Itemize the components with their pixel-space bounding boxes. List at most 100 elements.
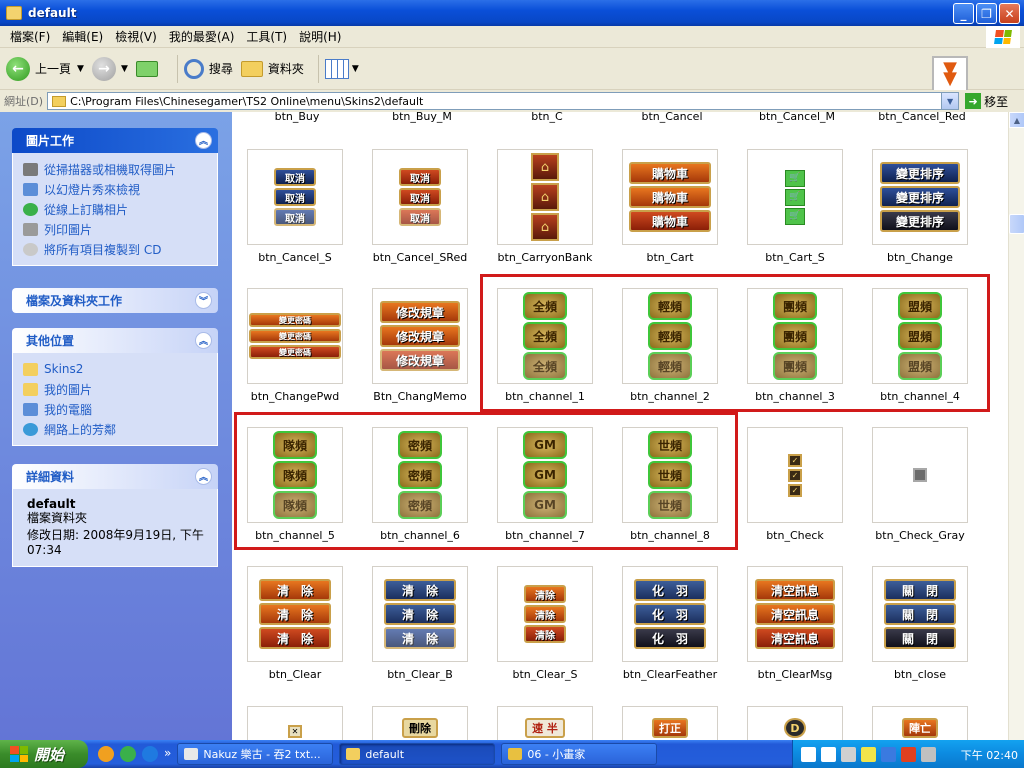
chevron-right-icon[interactable]: » bbox=[164, 746, 171, 762]
scroll-thumb[interactable] bbox=[1009, 214, 1024, 234]
file-thumbnail[interactable]: 陣亡 bbox=[872, 706, 968, 740]
menu-tools[interactable]: 工具(T) bbox=[240, 28, 293, 45]
file-thumbnail[interactable]: 刪除 bbox=[372, 706, 468, 740]
file-label[interactable]: btn_ClearMsg bbox=[732, 668, 858, 681]
close-button[interactable]: ✕ bbox=[999, 3, 1020, 24]
file-thumbnail[interactable]: 變更密碼 變更密碼 變更密碼 bbox=[247, 288, 343, 384]
extension-down-arrows-icon[interactable]: ▼ ▼ bbox=[932, 56, 968, 92]
file-item[interactable]: 取消 取消 取消 btn_Cancel_S bbox=[240, 149, 350, 279]
up-folder-button[interactable] bbox=[135, 60, 163, 77]
place-item[interactable]: 網路上的芳鄰 bbox=[23, 419, 209, 439]
taskbar-item[interactable]: Nakuz 樂古 - 吞2 txt... bbox=[177, 743, 334, 765]
views-button[interactable]: ▼ bbox=[324, 58, 359, 79]
file-item[interactable]: 變更密碼 變更密碼 變更密碼 btn_ChangePwd bbox=[240, 288, 350, 418]
file-label[interactable]: btn_Cart_S bbox=[732, 251, 858, 264]
file-thumbnail[interactable]: 清除 清除 清除 bbox=[497, 566, 593, 662]
file-label[interactable]: btn_Buy bbox=[242, 112, 352, 123]
panel-header[interactable]: 檔案及資料夾工作 ︾ bbox=[12, 288, 218, 313]
collapse-icon[interactable]: ︽ bbox=[195, 332, 212, 349]
expand-icon[interactable]: ︾ bbox=[195, 292, 212, 309]
panel-header[interactable]: 詳細資料 ︽ bbox=[12, 464, 218, 489]
file-thumbnail[interactable]: 變更排序 變更排序 變更排序 bbox=[872, 149, 968, 245]
file-label[interactable]: btn_Clear_S bbox=[482, 668, 608, 681]
vertical-scrollbar[interactable]: ▲ bbox=[1008, 112, 1024, 740]
file-item[interactable]: ⌂ ⌂ ⌂ btn_CarryonBank bbox=[490, 149, 600, 279]
task-item[interactable]: 以幻燈片秀來檢視 bbox=[23, 179, 209, 199]
chevron-down-icon[interactable]: ▼ bbox=[121, 64, 128, 74]
file-item[interactable]: 清 除 清 除 清 除 btn_Clear bbox=[240, 566, 350, 696]
file-thumbnail[interactable]: D bbox=[747, 706, 843, 740]
file-label[interactable]: btn_CarryonBank bbox=[482, 251, 608, 264]
file-item[interactable]: 取消 取消 取消 btn_Cancel_SRed bbox=[365, 149, 475, 279]
collapse-icon[interactable]: ︽ bbox=[195, 132, 212, 149]
place-item[interactable]: 我的圖片 bbox=[23, 379, 209, 399]
menu-file[interactable]: 檔案(F) bbox=[4, 28, 56, 45]
menu-view[interactable]: 檢視(V) bbox=[109, 28, 163, 45]
place-item[interactable]: Skins2 bbox=[23, 359, 209, 379]
help-icon[interactable] bbox=[821, 746, 836, 762]
file-item[interactable]: 購物車 購物車 購物車 btn_Cart bbox=[615, 149, 725, 279]
file-label[interactable]: btn_Cancel_Red bbox=[867, 112, 977, 123]
file-label[interactable]: btn_ChangePwd bbox=[232, 390, 358, 403]
file-thumbnail[interactable] bbox=[872, 427, 968, 523]
menu-edit[interactable]: 編輯(E) bbox=[56, 28, 109, 45]
file-item[interactable]: ✓ ✓ ✓ btn_Check bbox=[740, 427, 850, 557]
panel-header[interactable]: 其他位置 ︽ bbox=[12, 328, 218, 353]
back-button[interactable]: ← 上一頁 ▼ bbox=[6, 56, 84, 81]
menu-favorites[interactable]: 我的最愛(A) bbox=[163, 28, 241, 45]
file-label[interactable]: btn_Cart bbox=[607, 251, 733, 264]
file-thumbnail[interactable]: 關 閉 關 閉 關 閉 bbox=[872, 566, 968, 662]
file-item[interactable]: 修改規章 修改規章 修改規章 Btn_ChangMemo bbox=[365, 288, 475, 418]
file-item[interactable]: 關 閉 關 閉 關 閉 btn_close bbox=[865, 566, 975, 696]
forward-button[interactable]: → ▼ bbox=[91, 56, 128, 81]
task-item[interactable]: 從掃描器或相機取得圖片 bbox=[23, 159, 209, 179]
file-item[interactable]: 清除 清除 清除 btn_Clear_S bbox=[490, 566, 600, 696]
file-thumbnail[interactable]: 取消 取消 取消 bbox=[372, 149, 468, 245]
file-thumbnail[interactable]: 清 除 清 除 清 除 bbox=[247, 566, 343, 662]
file-thumbnail[interactable]: 購物車 購物車 購物車 bbox=[622, 149, 718, 245]
ie-icon[interactable] bbox=[142, 746, 158, 762]
file-label[interactable]: btn_Check_Gray bbox=[857, 529, 983, 542]
taskbar-item-active[interactable]: default bbox=[339, 743, 496, 765]
security-icon[interactable] bbox=[901, 746, 916, 762]
place-item[interactable]: 我的電腦 bbox=[23, 399, 209, 419]
file-label[interactable]: btn_Change bbox=[857, 251, 983, 264]
file-label[interactable]: btn_ClearFeather bbox=[607, 668, 733, 681]
collapse-icon[interactable]: ︽ bbox=[195, 468, 212, 485]
menu-help[interactable]: 說明(H) bbox=[293, 28, 347, 45]
file-item[interactable]: btn_Check_Gray bbox=[865, 427, 975, 557]
settings-icon[interactable] bbox=[841, 746, 856, 762]
file-label[interactable]: btn_Cancel_M bbox=[742, 112, 852, 123]
task-item[interactable]: 從線上訂購相片 bbox=[23, 199, 209, 219]
minimize-button[interactable]: _ bbox=[953, 3, 974, 24]
file-thumbnail[interactable]: ✓ ✓ ✓ bbox=[747, 427, 843, 523]
taskbar-item[interactable]: 06 - 小畫家 bbox=[501, 743, 658, 765]
scroll-up-icon[interactable]: ▲ bbox=[1009, 112, 1024, 128]
file-label[interactable]: btn_close bbox=[857, 668, 983, 681]
volume-icon[interactable] bbox=[921, 746, 936, 762]
file-thumbnail[interactable]: 化 羽 化 羽 化 羽 bbox=[622, 566, 718, 662]
file-label[interactable]: btn_Check bbox=[732, 529, 858, 542]
task-item[interactable]: 將所有項目複製到 CD bbox=[23, 239, 209, 259]
go-button[interactable]: ➜ 移至 bbox=[965, 93, 1008, 110]
file-item[interactable]: 變更排序 變更排序 變更排序 btn_Change bbox=[865, 149, 975, 279]
file-label[interactable]: btn_Cancel_S bbox=[232, 251, 358, 264]
file-item[interactable]: 清空訊息 清空訊息 清空訊息 btn_ClearMsg bbox=[740, 566, 850, 696]
file-thumbnail[interactable]: 速 半 bbox=[497, 706, 593, 740]
ime-icon[interactable] bbox=[801, 746, 816, 762]
address-input[interactable]: C:\Program Files\Chinesegamer\TS2 Online… bbox=[47, 92, 960, 110]
maximize-button[interactable]: ❐ bbox=[976, 3, 997, 24]
file-item[interactable]: 🛒 🛒 🛒 btn_Cart_S bbox=[740, 149, 850, 279]
file-label[interactable]: btn_Clear bbox=[232, 668, 358, 681]
file-thumbnail[interactable]: 🛒 🛒 🛒 bbox=[747, 149, 843, 245]
file-label[interactable]: btn_Cancel bbox=[617, 112, 727, 123]
file-label[interactable]: btn_Clear_B bbox=[357, 668, 483, 681]
file-thumbnail[interactable]: 修改規章 修改規章 修改規章 bbox=[372, 288, 468, 384]
file-item[interactable]: 化 羽 化 羽 化 羽 btn_ClearFeather bbox=[615, 566, 725, 696]
media-player-icon[interactable] bbox=[98, 746, 114, 762]
file-thumbnail[interactable]: 打正 bbox=[622, 706, 718, 740]
file-thumbnail[interactable]: ⌂ ⌂ ⌂ bbox=[497, 149, 593, 245]
messenger-icon[interactable] bbox=[120, 746, 136, 762]
file-thumbnail[interactable]: 取消 取消 取消 bbox=[247, 149, 343, 245]
panel-header[interactable]: 圖片工作 ︽ bbox=[12, 128, 218, 153]
